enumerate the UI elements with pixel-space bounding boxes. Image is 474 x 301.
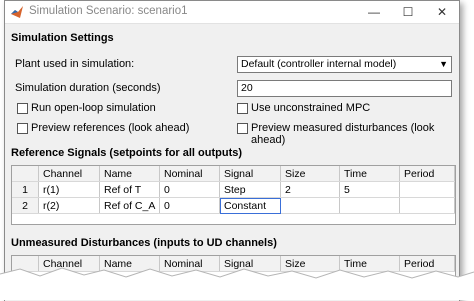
open-loop-label: Run open-loop simulation bbox=[31, 102, 156, 114]
column-header[interactable]: Size bbox=[280, 166, 340, 182]
preview-references-checkbox[interactable] bbox=[17, 123, 28, 134]
table-cell[interactable]: r(1) bbox=[38, 181, 100, 198]
column-header bbox=[12, 166, 39, 182]
dropdown-arrow-icon: ▼ bbox=[439, 59, 448, 69]
torn-edge-decoration bbox=[0, 267, 474, 300]
open-loop-checkbox[interactable] bbox=[17, 103, 28, 114]
column-header[interactable]: Time bbox=[339, 166, 400, 182]
table-row[interactable]: 1 r(1) Ref of T 0 Step 2 5 bbox=[12, 181, 455, 198]
row-number: 2 bbox=[12, 197, 39, 214]
unconstrained-mpc-label: Use unconstrained MPC bbox=[251, 102, 371, 114]
duration-input[interactable]: 20 bbox=[237, 80, 452, 97]
preview-measured-disturbances-label: Preview measured disturbances (look ahea… bbox=[251, 122, 435, 146]
table-cell[interactable]: r(2) bbox=[38, 197, 100, 214]
column-header[interactable]: Period bbox=[399, 166, 455, 182]
row-number: 1 bbox=[12, 181, 39, 198]
table-cell[interactable] bbox=[339, 197, 400, 214]
plant-value: Default (controller internal model) bbox=[241, 58, 397, 70]
table-cell[interactable] bbox=[280, 197, 340, 214]
preview-references-label: Preview references (look ahead) bbox=[31, 122, 190, 134]
table-row[interactable]: 2 r(2) Ref of C_A 0 Constant bbox=[12, 197, 455, 214]
table-cell[interactable]: Ref of T bbox=[99, 181, 160, 198]
matlab-icon bbox=[11, 6, 23, 18]
table-cell[interactable]: 0 bbox=[159, 197, 220, 214]
window-title: Simulation Scenario: scenario1 bbox=[29, 5, 188, 17]
table-cell[interactable] bbox=[399, 197, 455, 214]
column-header[interactable]: Channel bbox=[38, 166, 100, 182]
unconstrained-mpc-checkbox[interactable] bbox=[237, 103, 248, 114]
table-cell[interactable]: 5 bbox=[339, 181, 400, 198]
simulation-settings-heading: Simulation Settings bbox=[11, 32, 114, 44]
preview-measured-disturbances-checkbox[interactable] bbox=[237, 123, 248, 134]
close-button[interactable]: ✕ bbox=[425, 1, 459, 23]
table-cell[interactable]: Step bbox=[219, 181, 281, 198]
table-cell[interactable] bbox=[399, 181, 455, 198]
minimize-button[interactable]: — bbox=[357, 1, 391, 23]
table-cell[interactable]: Ref of C_A bbox=[99, 197, 160, 214]
plant-label: Plant used in simulation: bbox=[15, 58, 135, 70]
column-header[interactable]: Name bbox=[99, 166, 160, 182]
duration-label: Simulation duration (seconds) bbox=[15, 82, 161, 94]
reference-signals-table[interactable]: Channel Name Nominal Signal Size Time Pe… bbox=[11, 165, 456, 225]
plant-dropdown[interactable]: Default (controller internal model) ▼ bbox=[237, 56, 452, 73]
table-header-row: Channel Name Nominal Signal Size Time Pe… bbox=[12, 166, 455, 182]
selected-table-cell[interactable]: Constant bbox=[219, 197, 281, 214]
title-bar: Simulation Scenario: scenario1 — ☐ ✕ bbox=[5, 1, 459, 24]
unmeasured-disturbances-heading: Unmeasured Disturbances (inputs to UD ch… bbox=[11, 237, 277, 249]
column-header[interactable]: Nominal bbox=[159, 166, 220, 182]
reference-signals-heading: Reference Signals (setpoints for all out… bbox=[11, 147, 243, 159]
table-cell[interactable]: 2 bbox=[280, 181, 340, 198]
table-cell[interactable]: 0 bbox=[159, 181, 220, 198]
maximize-button[interactable]: ☐ bbox=[391, 1, 425, 23]
column-header[interactable]: Signal bbox=[219, 166, 281, 182]
